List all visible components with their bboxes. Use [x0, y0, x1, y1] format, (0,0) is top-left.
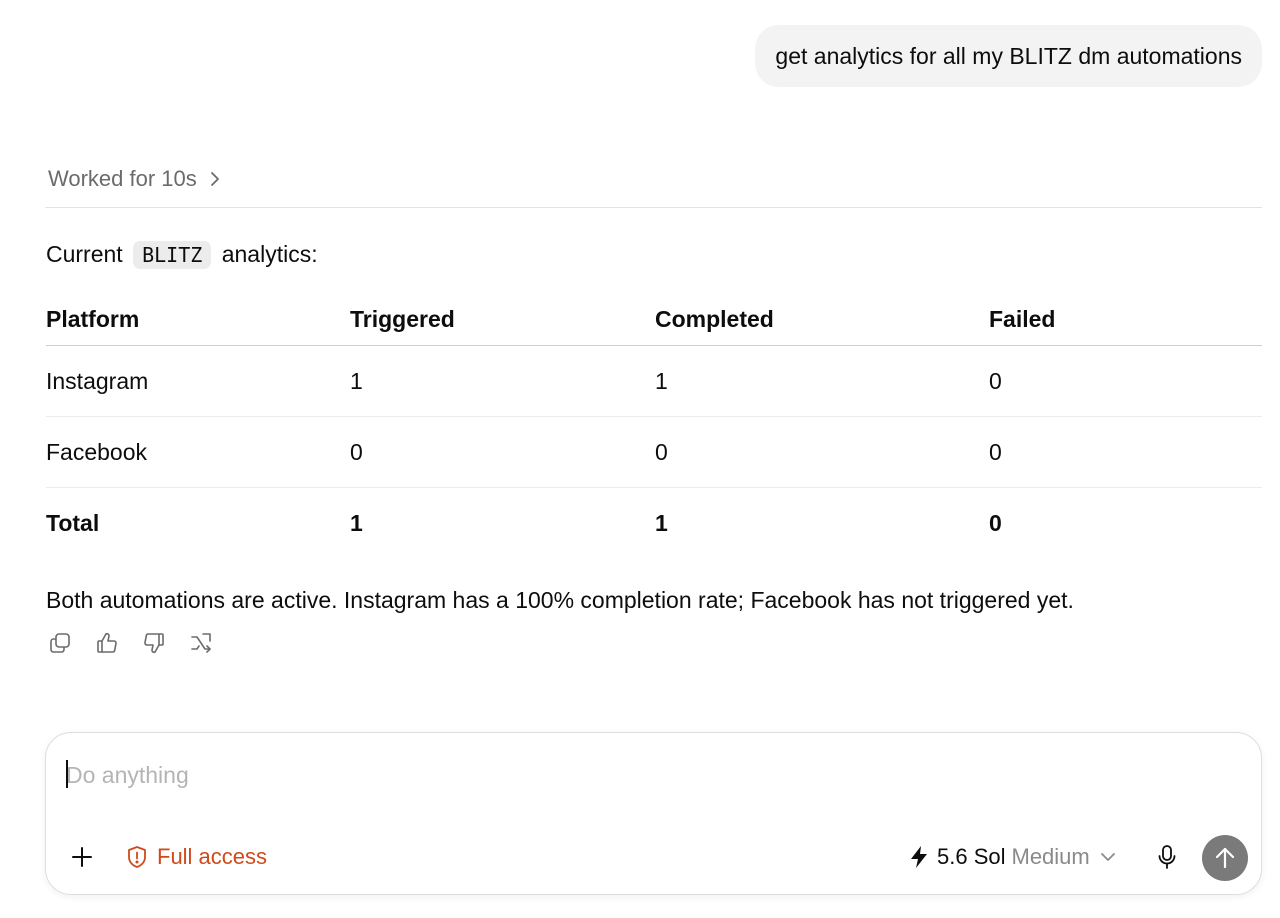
arrow-up-icon — [1214, 846, 1236, 870]
table-row: Facebook 0 0 0 — [46, 417, 1262, 488]
message-actions — [47, 630, 214, 656]
table-total-row: Total 1 1 0 — [46, 488, 1262, 558]
prompt-input[interactable] — [66, 757, 1216, 793]
chat-page: get analytics for all my BLITZ dm automa… — [0, 0, 1280, 918]
table-cell: Total — [46, 509, 100, 536]
table-header-cell: Completed — [655, 305, 774, 332]
table-header-row: Platform Triggered Completed Failed — [46, 293, 1262, 346]
plus-icon — [71, 846, 93, 868]
send-button[interactable] — [1202, 835, 1248, 881]
worked-for-label: Worked for 10s — [48, 166, 197, 191]
model-selector[interactable]: 5.6 Sol Medium — [909, 843, 1116, 871]
table-cell: 0 — [989, 438, 1002, 465]
table-cell: 1 — [655, 509, 668, 536]
table-cell: 0 — [350, 438, 363, 465]
table-row: Instagram 1 1 0 — [46, 346, 1262, 417]
thumbs-up-icon[interactable] — [94, 630, 120, 656]
model-level: Medium — [1011, 844, 1090, 869]
model-name: 5.6 Sol — [937, 844, 1006, 869]
worked-for-toggle[interactable]: Worked for 10s — [48, 166, 221, 192]
table-cell: Facebook — [46, 438, 148, 465]
chevron-down-icon — [1100, 852, 1116, 862]
thumbs-down-icon[interactable] — [141, 630, 167, 656]
table-header-cell: Platform — [46, 305, 140, 332]
inline-code: BLITZ — [133, 241, 212, 269]
text-caret — [66, 760, 68, 788]
table-cell: 1 — [350, 509, 363, 536]
table-cell: 1 — [350, 367, 363, 394]
table-cell: 0 — [989, 367, 1002, 394]
table-header-cell: Failed — [989, 305, 1056, 332]
full-access-button[interactable]: Full access — [126, 843, 267, 871]
intro-text-after: analytics: — [221, 241, 318, 267]
chevron-right-icon — [209, 170, 221, 188]
divider — [45, 207, 1262, 208]
table-cell: 0 — [989, 509, 1002, 536]
response-summary: Both automations are active. Instagram h… — [46, 587, 1074, 613]
microphone-button[interactable] — [1154, 843, 1180, 871]
response-intro: Current BLITZ analytics: — [46, 238, 318, 271]
table-cell: 0 — [655, 438, 668, 465]
user-message-bubble: get analytics for all my BLITZ dm automa… — [755, 25, 1262, 87]
warning-shield-icon — [126, 845, 148, 869]
microphone-icon — [1157, 844, 1177, 870]
add-attachment-button[interactable] — [68, 843, 96, 871]
intro-text-before: Current — [46, 241, 123, 267]
composer: Full access 5.6 Sol Medium — [45, 732, 1262, 895]
analytics-table: Platform Triggered Completed Failed Inst… — [46, 293, 1262, 558]
bolt-icon — [909, 845, 929, 869]
table-header-cell: Triggered — [350, 305, 455, 332]
table-cell: Instagram — [46, 367, 149, 394]
table-cell: 1 — [655, 367, 668, 394]
share-icon[interactable] — [188, 630, 214, 656]
full-access-label: Full access — [157, 844, 268, 869]
copy-icon[interactable] — [47, 630, 73, 656]
